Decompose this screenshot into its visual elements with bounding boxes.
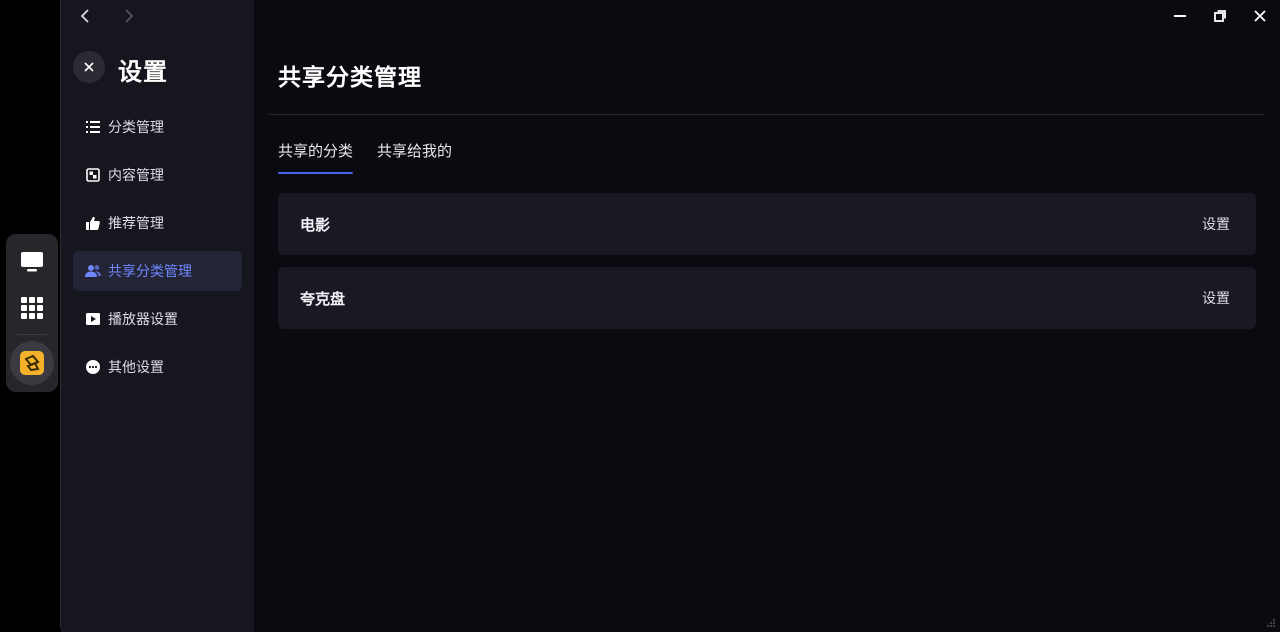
close-icon (84, 62, 94, 72)
chevron-left-icon (80, 9, 89, 23)
sidebar-item-label: 推荐管理 (108, 216, 164, 232)
category-name: 夸克盘 (300, 289, 346, 308)
shared-category-list: 电影 设置 夸克盘 设置 (278, 193, 1256, 341)
category-name: 电影 (300, 215, 331, 234)
settings-title: 设置 (118, 58, 168, 86)
sidebar-item-label: 内容管理 (108, 168, 164, 184)
row-settings-button[interactable]: 设置 (1202, 214, 1230, 234)
sidebar-item-player-settings[interactable]: 播放器设置 (73, 299, 242, 339)
nav-arrows (75, 6, 139, 26)
dock-separator (17, 334, 47, 335)
settings-window: 设置 分类管理 内容管理 推荐管理 共享分类管理 播放器设置 其他设置 共享分类… (60, 0, 1280, 632)
monitor-button[interactable] (12, 242, 52, 282)
main-content: 共享分类管理 共享的分类 共享给我的 电影 设置 夸克盘 设置 (269, 0, 1269, 632)
forward-button[interactable] (119, 6, 139, 26)
sidebar-item-label: 播放器设置 (108, 312, 178, 328)
app-logo-icon (20, 351, 44, 375)
sidebar-item-label: 其他设置 (108, 360, 164, 376)
more-icon (85, 359, 101, 375)
sidebar-item-category-management[interactable]: 分类管理 (73, 107, 242, 147)
tab-shared-categories[interactable]: 共享的分类 (278, 140, 354, 174)
tab-shared-with-me[interactable]: 共享给我的 (377, 140, 452, 174)
back-button[interactable] (75, 6, 95, 26)
thumbs-up-icon (85, 215, 101, 231)
taskbar-dock (6, 234, 58, 392)
sidebar-item-recommend-management[interactable]: 推荐管理 (73, 203, 242, 243)
apps-grid-button[interactable] (12, 288, 52, 328)
close-settings-button[interactable] (73, 51, 105, 83)
list-item: 电影 设置 (278, 193, 1256, 255)
sidebar-item-shared-category-management[interactable]: 共享分类管理 (73, 251, 242, 291)
list-icon (85, 119, 101, 135)
resize-grip-icon[interactable] (1266, 618, 1276, 628)
sidebar-item-other-settings[interactable]: 其他设置 (73, 347, 242, 387)
settings-menu: 分类管理 内容管理 推荐管理 共享分类管理 播放器设置 其他设置 (73, 107, 242, 395)
page-title: 共享分类管理 (278, 65, 422, 91)
title-divider (269, 114, 1264, 115)
app-logo-button[interactable] (10, 341, 54, 385)
share-users-icon (85, 263, 101, 279)
chevron-right-icon (125, 9, 134, 23)
apps-grid-icon (21, 297, 43, 319)
sidebar-item-label: 共享分类管理 (108, 264, 192, 280)
sidebar: 设置 分类管理 内容管理 推荐管理 共享分类管理 播放器设置 其他设置 (61, 0, 254, 632)
sidebar-item-content-management[interactable]: 内容管理 (73, 155, 242, 195)
sidebar-item-label: 分类管理 (108, 120, 164, 136)
monitor-icon (21, 252, 43, 272)
list-item: 夸克盘 设置 (278, 267, 1256, 329)
tab-bar: 共享的分类 共享给我的 (278, 140, 452, 174)
content-icon (85, 167, 101, 183)
row-settings-button[interactable]: 设置 (1202, 288, 1230, 308)
play-icon (85, 311, 101, 327)
